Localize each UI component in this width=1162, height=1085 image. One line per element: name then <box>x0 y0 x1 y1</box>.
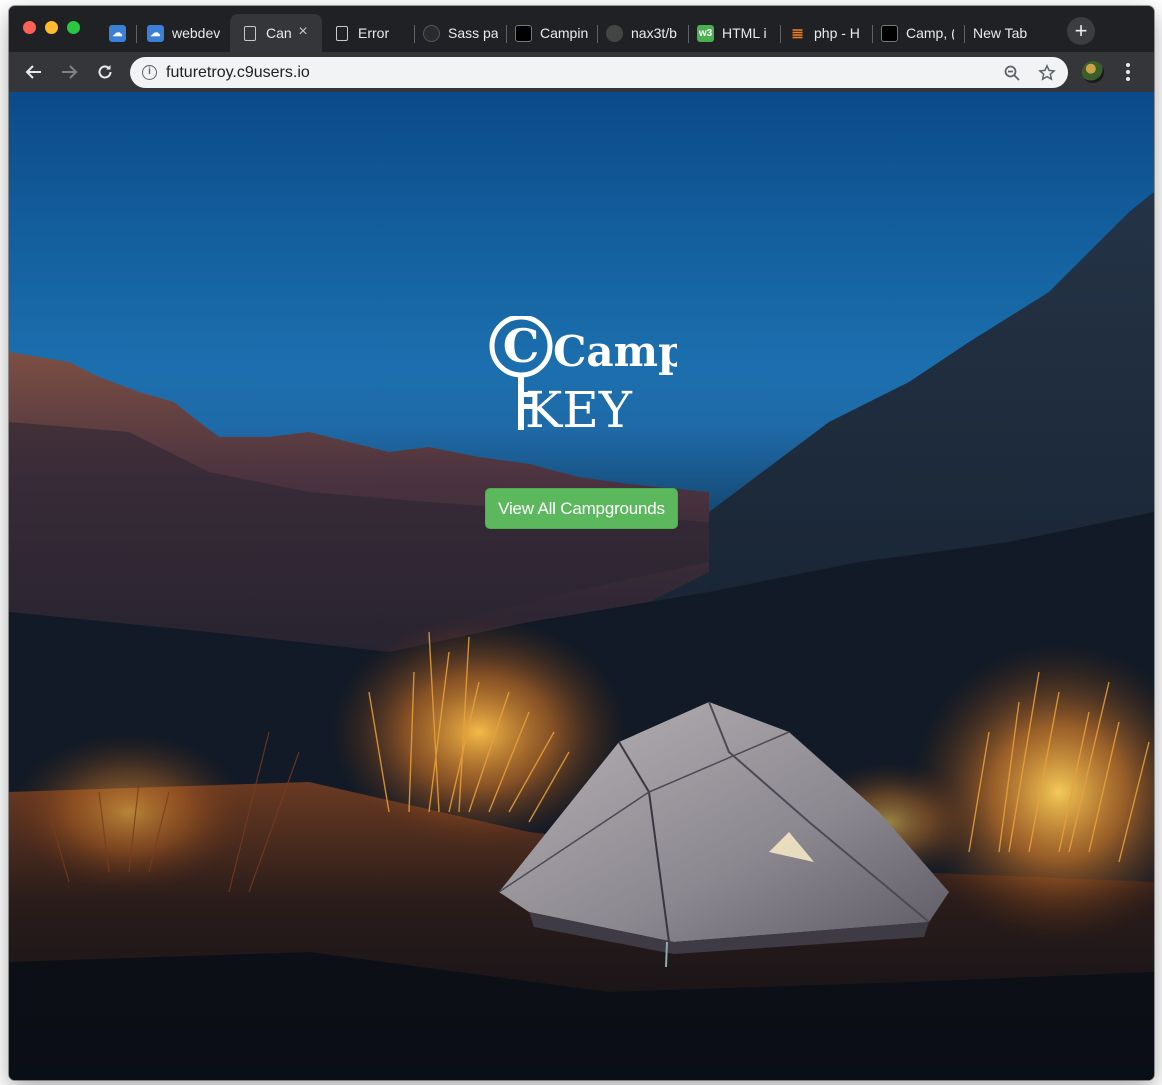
campsite-background-image <box>9 192 1154 1080</box>
tab-stackoverflow[interactable]: ≣ php - H <box>781 14 873 52</box>
profile-avatar[interactable] <box>1082 61 1104 83</box>
tab-error[interactable]: Error <box>322 14 415 52</box>
tab-label: Camp, ( <box>906 25 954 41</box>
close-window-button[interactable] <box>23 21 36 34</box>
reload-button[interactable] <box>93 60 117 84</box>
arrow-right-icon <box>62 65 78 79</box>
page-icon <box>244 25 256 41</box>
cloud9-icon: ☁ <box>147 24 164 42</box>
tab-camp[interactable]: Camp, ( <box>873 14 965 52</box>
tab-label: php - H <box>814 25 860 41</box>
zoom-icon[interactable] <box>1002 63 1022 83</box>
browser-menu-button[interactable] <box>1118 61 1138 83</box>
stackoverflow-icon: ≣ <box>791 25 804 42</box>
tab-label: nax3t/b <box>631 25 677 41</box>
minimize-window-button[interactable] <box>45 21 58 34</box>
tab-cloud9-pinned[interactable]: ☁ <box>99 14 137 52</box>
forward-button[interactable] <box>57 60 81 84</box>
tab-label: New Tab <box>973 25 1028 41</box>
github-icon <box>606 24 623 42</box>
logo-wordmark-key: KEY <box>525 381 633 432</box>
view-all-campgrounds-button[interactable]: View All Campgrounds <box>485 488 678 529</box>
tab-sass[interactable]: Sass pa <box>415 14 507 52</box>
bookmark-star-icon[interactable] <box>1037 63 1057 83</box>
browser-toolbar: i futuretroy.c9users.io <box>9 52 1154 92</box>
page-viewport: C Camp KEY View All Campgrounds <box>9 92 1154 1080</box>
tab-campkey-active[interactable]: Can × <box>230 14 322 52</box>
svg-text:C: C <box>502 319 539 373</box>
sass-icon <box>423 24 440 42</box>
info-icon[interactable]: i <box>142 65 157 80</box>
w3schools-icon: w3 <box>697 24 714 42</box>
cloud9-icon: ☁ <box>109 24 126 42</box>
black-square-icon <box>515 24 532 42</box>
tab-w3schools[interactable]: w3 HTML i <box>689 14 781 52</box>
logo-wordmark-camp: Camp <box>553 327 677 376</box>
tab-label: Sass pa <box>448 25 498 41</box>
close-tab-icon[interactable]: × <box>296 24 310 40</box>
tab-new-tab[interactable]: New Tab <box>965 14 1057 52</box>
back-button[interactable] <box>22 60 46 84</box>
url-text[interactable]: futuretroy.c9users.io <box>166 64 310 82</box>
tab-label: Campin <box>540 25 588 41</box>
tab-github[interactable]: nax3t/b <box>598 14 689 52</box>
tab-camping[interactable]: Campin <box>507 14 598 52</box>
campkey-logo: C Camp KEY <box>489 316 677 432</box>
tab-strip: ☁ ☁ webdev Can × Error Sass pa Campin na… <box>9 6 1154 52</box>
tab-webdev[interactable]: ☁ webdev <box>137 14 229 52</box>
new-tab-button[interactable]: + <box>1067 17 1095 45</box>
landing-header: C Camp KEY <box>9 316 1154 432</box>
browser-window: ☁ ☁ webdev Can × Error Sass pa Campin na… <box>9 6 1154 1080</box>
reload-icon <box>98 65 112 79</box>
page-icon <box>336 25 348 41</box>
black-square-icon <box>881 24 898 42</box>
arrow-left-icon <box>25 65 41 79</box>
address-bar[interactable]: i futuretroy.c9users.io <box>130 57 1068 88</box>
tab-label: Can <box>266 25 292 41</box>
tab-label: HTML i <box>722 25 767 41</box>
tab-label: webdev <box>172 25 220 41</box>
tab-label: Error <box>358 25 390 41</box>
maximize-window-button[interactable] <box>67 21 80 34</box>
